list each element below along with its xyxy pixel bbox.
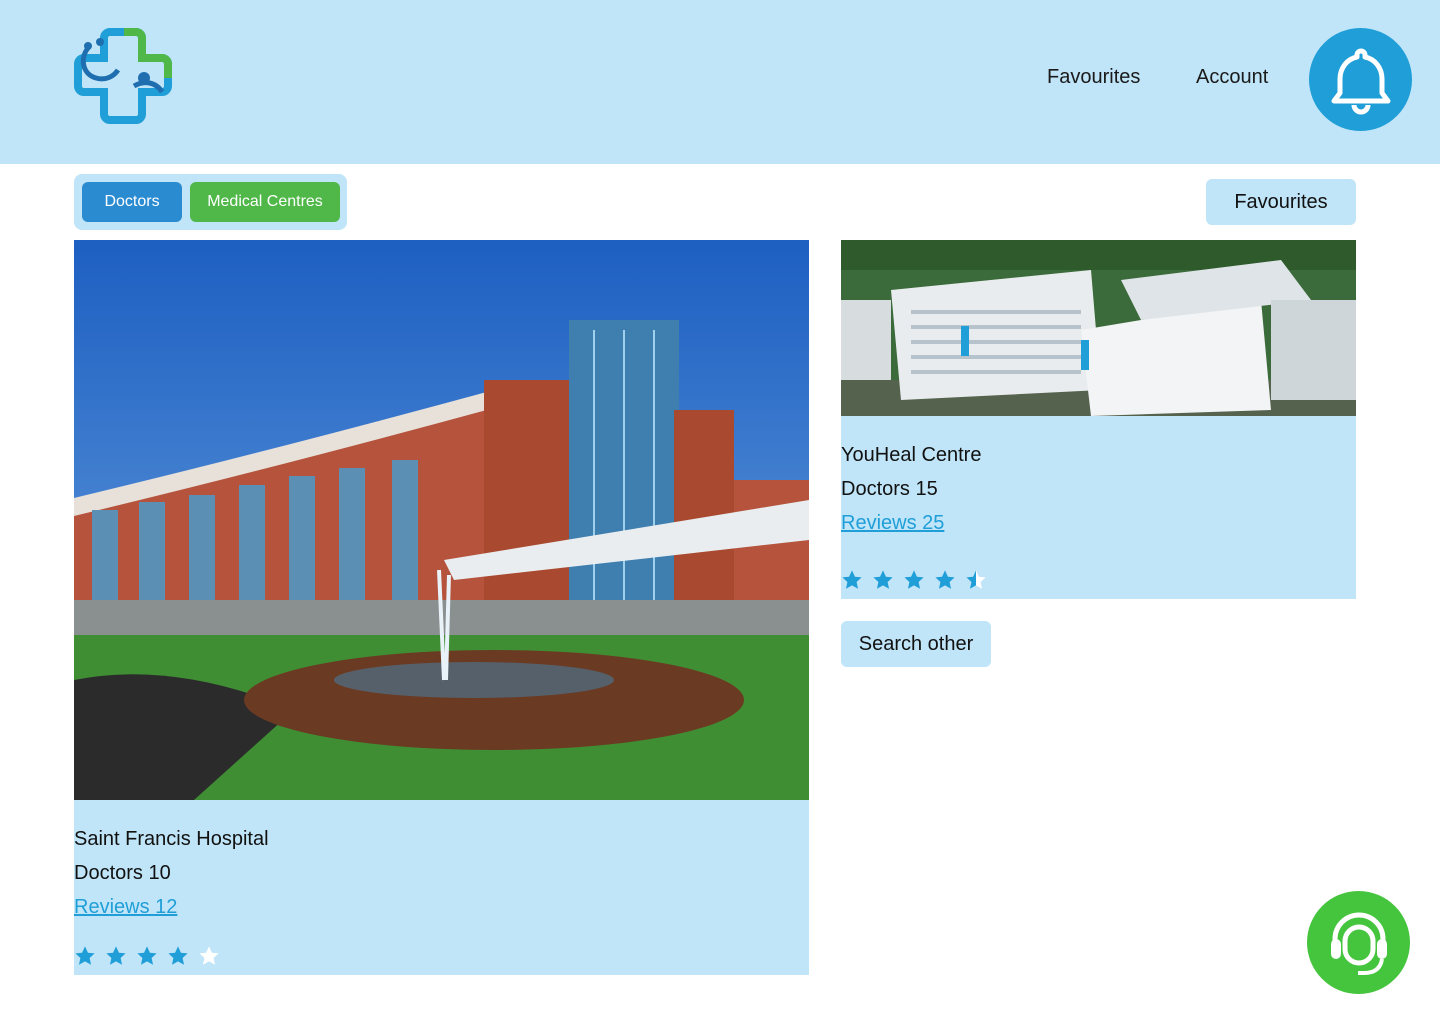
bell-icon (1331, 48, 1390, 114)
star-filled-icon (106, 946, 126, 965)
star-filled-icon (842, 570, 862, 589)
notifications-button[interactable] (1309, 28, 1412, 131)
star-filled-icon (168, 946, 188, 965)
centre-card[interactable]: YouHeal Centre Doctors 15 Reviews 25 (841, 240, 1356, 599)
tab-doctors[interactable]: Doctors (82, 182, 182, 222)
star-filled-icon (904, 570, 924, 589)
hospital-aerial-photo (841, 240, 1356, 416)
centre-reviews-link[interactable]: Reviews 12 (74, 896, 177, 919)
centre-name: YouHeal Centre (841, 444, 982, 466)
nav-account-link[interactable]: Account (1196, 66, 1268, 89)
tab-medical-centres[interactable]: Medical Centres (190, 182, 340, 222)
nav-favourites-link[interactable]: Favourites (1047, 66, 1140, 89)
top-header: Favourites Account (0, 0, 1440, 164)
centre-name: Saint Francis Hospital (74, 828, 269, 850)
headset-support-icon (1330, 912, 1387, 975)
star-empty-icon (199, 946, 219, 965)
star-filled-icon (873, 570, 893, 589)
hospital-building-photo (74, 240, 809, 800)
star-half-icon (966, 570, 986, 589)
favourites-button[interactable]: Favourites (1206, 179, 1356, 225)
search-other-button[interactable]: Search other (841, 621, 991, 667)
centre-doctors-count: Doctors 10 (74, 862, 171, 884)
star-filled-icon (935, 570, 955, 589)
star-filled-icon (75, 946, 95, 965)
centre-reviews-link[interactable]: Reviews 25 (841, 512, 944, 535)
centre-card[interactable]: Saint Francis Hospital Doctors 10 Review… (74, 240, 809, 975)
star-filled-icon (137, 946, 157, 965)
medical-cross-stethoscope-logo-icon[interactable] (72, 26, 176, 130)
centre-doctors-count: Doctors 15 (841, 478, 938, 500)
rating-stars (841, 569, 987, 591)
category-toggle: Doctors Medical Centres (74, 174, 347, 230)
support-button[interactable] (1307, 891, 1410, 994)
rating-stars (74, 945, 220, 967)
